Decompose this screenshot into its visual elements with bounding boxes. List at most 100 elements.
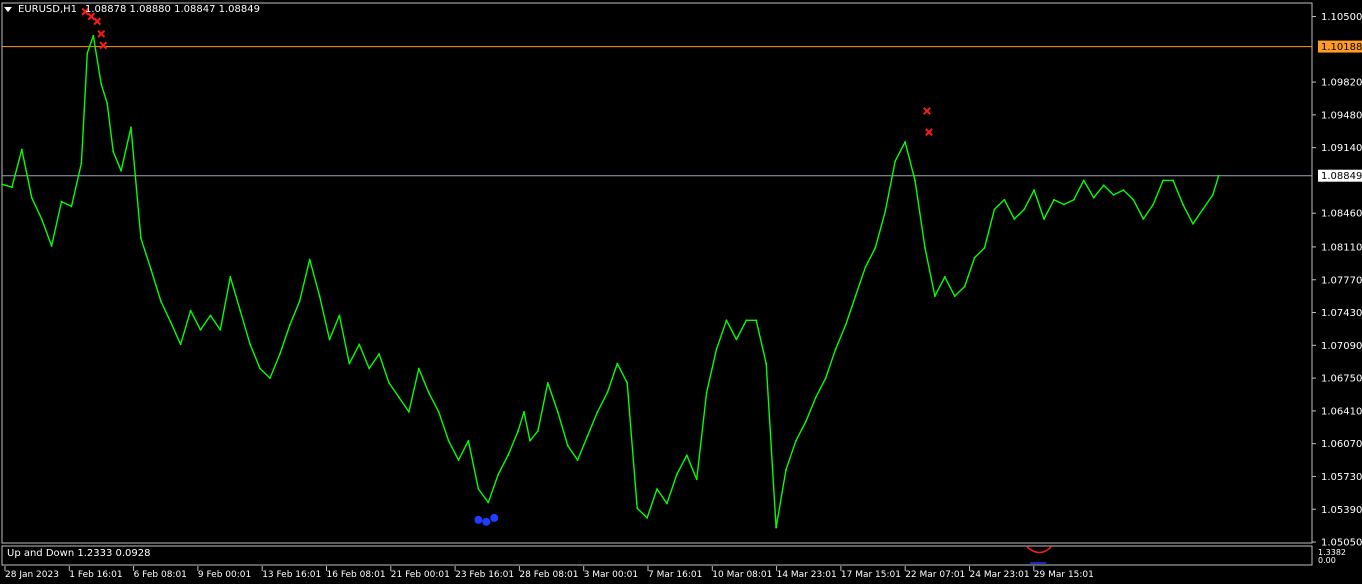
data-point — [636, 507, 639, 510]
data-point — [100, 83, 103, 85]
dropdown-triangle-icon[interactable] — [4, 7, 12, 12]
data-point — [112, 150, 115, 153]
data-point — [775, 526, 777, 529]
data-point — [537, 430, 539, 433]
data-point — [523, 410, 525, 413]
data-point — [259, 367, 261, 370]
data-point — [1122, 189, 1125, 191]
data-point — [11, 186, 13, 189]
data-point — [755, 319, 758, 322]
data-point — [368, 367, 371, 370]
price-tag-label: 1.08849 — [1321, 171, 1362, 182]
data-point — [50, 245, 53, 247]
data-point — [269, 377, 271, 380]
data-point — [1053, 198, 1055, 201]
y-tick-label: 1.09140 — [1321, 143, 1362, 154]
data-point — [298, 300, 301, 302]
data-point — [159, 300, 162, 302]
buy-signal-dot — [474, 515, 483, 524]
data-point — [239, 309, 242, 312]
chart[interactable]: 1.10500 1.09820 1.09480 1.09140 1.08460 1.081… — [0, 0, 1362, 584]
data-point — [1072, 198, 1075, 201]
data-point — [874, 247, 877, 249]
data-point — [894, 160, 897, 163]
data-point — [199, 328, 202, 331]
data-point — [20, 148, 23, 151]
data-point — [914, 179, 916, 182]
buy-signal-dot — [490, 513, 499, 522]
y-tick-label: 1.07770 — [1321, 275, 1362, 286]
y-tick-label: 1.07430 — [1321, 308, 1362, 319]
y-tick-label: 1.05050 — [1321, 538, 1362, 549]
data-point — [576, 459, 579, 461]
data-point — [427, 391, 430, 394]
data-point — [447, 439, 450, 442]
y-tick-label: 1.08460 — [1321, 209, 1362, 220]
ohlc-values: 1.08878 1.08880 1.08847 1.08849 — [85, 4, 260, 15]
data-point — [487, 501, 490, 504]
data-point — [60, 200, 63, 203]
x-tick-label: 17 Mar 15:01 — [841, 570, 901, 580]
data-point — [824, 377, 827, 380]
data-point — [943, 275, 946, 278]
data-point — [1217, 174, 1220, 177]
data-point — [169, 321, 172, 324]
data-point — [40, 218, 43, 220]
data-point — [705, 391, 708, 394]
data-point — [86, 52, 89, 55]
data-point — [1062, 203, 1065, 206]
data-point — [1142, 218, 1145, 220]
data-point — [1172, 179, 1174, 182]
data-point — [695, 478, 698, 481]
data-point — [785, 468, 787, 471]
indicator-side-value-2: 0.00 — [1318, 556, 1336, 565]
data-point — [725, 319, 728, 322]
data-point — [1003, 198, 1006, 201]
x-tick-label: 1 Feb 16:01 — [69, 570, 122, 580]
data-point — [546, 382, 549, 384]
data-point — [993, 208, 996, 211]
y-tick-label: 1.10500 — [1321, 12, 1362, 23]
data-point — [398, 396, 400, 399]
data-point — [1192, 222, 1194, 225]
data-point — [348, 362, 351, 365]
data-point — [106, 102, 109, 105]
data-point — [1082, 179, 1085, 182]
data-point — [529, 439, 531, 442]
data-point — [973, 256, 976, 259]
data-point — [507, 454, 510, 457]
data-point — [904, 140, 907, 143]
data-point — [735, 338, 738, 341]
y-tick-label: 1.08110 — [1321, 242, 1362, 253]
y-tick-label: 1.06750 — [1321, 374, 1362, 385]
data-point — [1102, 184, 1105, 187]
x-tick-label: 28 Jan 2023 — [5, 570, 59, 580]
data-point — [328, 338, 331, 341]
data-point — [844, 324, 847, 326]
data-point — [804, 420, 807, 423]
data-point — [834, 348, 837, 351]
data-point — [586, 435, 589, 437]
data-point — [685, 454, 688, 457]
background — [0, 0, 1362, 584]
y-tick-label: 1.09480 — [1321, 110, 1362, 121]
data-point — [745, 319, 748, 322]
data-point — [596, 410, 599, 413]
data-point — [646, 517, 648, 519]
x-tick-label: 10 Mar 08:01 — [712, 570, 772, 580]
data-point — [189, 309, 192, 312]
data-point — [616, 362, 619, 365]
data-point — [1182, 203, 1184, 206]
x-tick-label: 28 Feb 08:01 — [519, 570, 578, 580]
data-point — [209, 314, 212, 317]
data-point — [963, 285, 966, 288]
data-point — [338, 314, 341, 317]
data-point — [417, 367, 420, 370]
data-point — [219, 328, 222, 331]
data-point — [308, 258, 311, 261]
data-point — [229, 275, 232, 278]
data-point — [1132, 198, 1135, 201]
data-point — [249, 343, 252, 346]
data-point — [814, 396, 817, 399]
data-point — [1211, 193, 1214, 196]
